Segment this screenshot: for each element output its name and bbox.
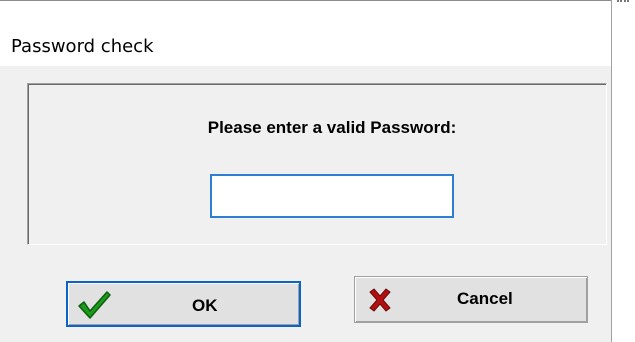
window-frame-right xyxy=(611,0,612,342)
cancel-button[interactable]: Cancel xyxy=(354,276,588,323)
password-check-window: Password check Please enter a valid Pass… xyxy=(0,0,635,342)
ok-button[interactable]: OK xyxy=(66,281,301,327)
window-corner-mark xyxy=(617,0,629,8)
password-prompt: Please enter a valid Password: xyxy=(207,118,457,137)
title-bar[interactable]: Password check xyxy=(0,12,611,66)
password-panel xyxy=(27,83,607,245)
red-x-icon xyxy=(369,288,391,312)
window-frame-top xyxy=(0,0,612,12)
cancel-button-label: Cancel xyxy=(457,289,513,308)
window-title: Password check xyxy=(11,36,154,57)
green-checkmark-icon xyxy=(78,291,111,319)
ok-button-label: OK xyxy=(192,296,218,315)
password-input[interactable] xyxy=(210,174,454,218)
